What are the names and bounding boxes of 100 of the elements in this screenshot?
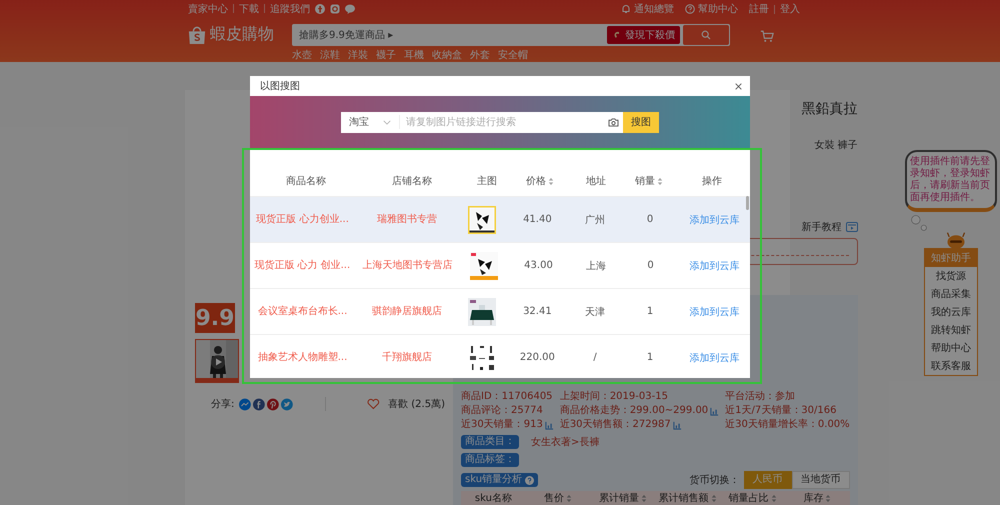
column-header[interactable]: sku名称: [474, 492, 512, 504]
pinterest-icon[interactable]: [266, 398, 279, 410]
sort-icon[interactable]: [657, 176, 663, 186]
search-button[interactable]: [683, 25, 729, 45]
top-link[interactable]: 幫助中心: [685, 2, 738, 16]
chart-icon[interactable]: [672, 420, 682, 430]
keyword-link[interactable]: 襪子: [376, 48, 396, 62]
search-field[interactable]: 淘宝 请复制图片链接进行搜索 搜图: [341, 112, 659, 132]
currency-option[interactable]: 当地货币: [792, 471, 850, 489]
shop-name[interactable]: 瑞雅图书专营: [376, 214, 437, 226]
top-link[interactable]: 追蹤我們: [270, 2, 310, 16]
keyword-link[interactable]: 外套: [470, 48, 490, 62]
video-icon[interactable]: [846, 222, 858, 232]
product-name[interactable]: 会议室桌布台布长...: [258, 306, 348, 318]
stat-text: 近1天/7天销量：30/166: [725, 405, 836, 417]
keyword-link[interactable]: 耳機: [404, 48, 424, 62]
thought-dots-drawing: [911, 215, 927, 231]
add-to-library-link[interactable]: 添加到云库: [689, 212, 740, 226]
column-header[interactable]: 库存: [803, 492, 824, 504]
add-to-library-link[interactable]: 添加到云库: [689, 258, 740, 272]
keyword-link[interactable]: 安全帽: [498, 48, 528, 62]
hook-icon: [612, 30, 622, 40]
top-link[interactable]: 賣家中心: [188, 2, 228, 16]
facebook-icon[interactable]: [253, 398, 265, 410]
top-link[interactable]: 註冊: [749, 2, 769, 16]
stat-text: 商品价格走势：299.00~299.00: [560, 405, 708, 417]
price-cell: 43.00: [524, 260, 553, 271]
currency-option[interactable]: 人民币: [744, 471, 792, 489]
table-row[interactable]: 现货正版 心力 创业... 上海天地图书专营店 43.00 上海 0 添加到云库: [250, 242, 750, 288]
stat-text: 上架时间：2019-03-15: [560, 391, 668, 403]
product-name[interactable]: 抽象艺术人物雕塑...: [258, 352, 348, 364]
search-field[interactable]: 搶購多9.9免運商品 ▸ 發現下殺價: [292, 24, 730, 46]
bag-icon[interactable]: [188, 24, 206, 44]
product-title: 黑鉛真拉: [800, 100, 858, 118]
share-label: 分享:: [211, 398, 234, 411]
column-header[interactable]: 累计销售额: [658, 492, 709, 504]
assistant-menu-item[interactable]: 帮助中心: [931, 339, 971, 357]
sort-icon[interactable]: [640, 494, 647, 503]
shop-name[interactable]: 千翔旗舰店: [382, 352, 432, 364]
table-row[interactable]: 抽象艺术人物雕塑... 千翔旗舰店 220.00 / 1 添加到云库: [250, 334, 750, 378]
sort-icon[interactable]: [710, 494, 717, 503]
table-row[interactable]: 会议室桌布台布长... 骐韵静居旗舰店 32.41 天津 1 添加到云库: [250, 288, 750, 334]
keyword-link[interactable]: 水壺: [292, 48, 312, 62]
help-icon: [685, 4, 695, 14]
social-icon[interactable]: [345, 4, 355, 14]
assistant-menu-item[interactable]: 联系客服: [931, 357, 971, 375]
address-cell-text: 上海: [586, 260, 606, 272]
column-header: 店铺名称: [392, 174, 432, 188]
assistant-menu-item[interactable]: 找货源: [936, 267, 966, 285]
assistant-menu-item[interactable]: 商品采集: [931, 285, 971, 303]
stat-text: 近30天销售额：272987: [560, 419, 671, 431]
add-to-library-link[interactable]: 添加到云库: [689, 350, 740, 364]
scrollbar-thumb[interactable]: [746, 196, 749, 210]
add-to-library-link[interactable]: 添加到云库: [689, 304, 740, 318]
keyword-link[interactable]: 洋裝: [348, 48, 368, 62]
stat-text: 近30天销量增长率：0.00%: [725, 419, 850, 431]
tutorial-link[interactable]: 新手教程: [802, 220, 842, 234]
currency-label: 货币切换：: [690, 474, 740, 487]
question-icon: [525, 476, 534, 484]
column-header[interactable]: 销量占比: [728, 492, 769, 504]
column-header[interactable]: 累计销量: [598, 492, 639, 504]
column-header: 操作: [702, 175, 722, 188]
chart-icon[interactable]: [710, 406, 720, 416]
sku-analysis-button[interactable]: sku销量分析: [461, 473, 538, 487]
logo-text[interactable]: 蝦皮購物: [210, 24, 274, 45]
social-icon[interactable]: [330, 4, 340, 14]
product-name[interactable]: 现货正版 心力创业...: [256, 214, 349, 226]
table-row[interactable]: 现货正版 心力创业... 瑞雅图书专营 41.40 广州 0 添加到云库: [250, 196, 750, 242]
heart-icon[interactable]: [367, 398, 380, 410]
sort-icon[interactable]: [770, 494, 777, 503]
chart-icon[interactable]: [544, 420, 554, 430]
search-image-button[interactable]: 搜图: [623, 112, 659, 132]
shop-name[interactable]: 骐韵静居旗舰店: [372, 306, 442, 318]
column-header: 地址: [586, 174, 606, 188]
assistant-menu-item[interactable]: 跳转知虾: [931, 321, 971, 339]
top-link[interactable]: 下載: [239, 2, 259, 16]
stat-text: 商品ID：11706405: [461, 391, 553, 403]
assistant-menu-item[interactable]: 我的云库: [931, 303, 971, 321]
sort-icon[interactable]: [548, 176, 554, 186]
address-cell-text: 广州: [585, 214, 606, 226]
cart-icon[interactable]: [760, 30, 774, 43]
close-icon[interactable]: [735, 82, 742, 90]
sales-cell: 1: [646, 352, 654, 363]
sale-badge: 9.9: [195, 303, 235, 333]
camera-icon[interactable]: [608, 118, 619, 126]
shop-name[interactable]: 上海天地图书专营店: [362, 260, 452, 272]
column-header[interactable]: 售价: [544, 492, 564, 504]
product-name[interactable]: 现货正版 心力 创业...: [254, 260, 350, 272]
sort-icon[interactable]: [825, 494, 832, 503]
column-header: 商品名称: [286, 174, 326, 188]
keyword-link[interactable]: 收納盒: [432, 48, 462, 62]
category-text: 女裝 褲子: [813, 138, 858, 152]
twitter-icon[interactable]: [280, 398, 292, 410]
messenger-icon[interactable]: [239, 398, 252, 410]
top-link[interactable]: 登入: [780, 2, 800, 16]
sort-icon[interactable]: [566, 494, 572, 503]
promo-button[interactable]: 發現下殺價: [607, 26, 680, 44]
top-link[interactable]: 通知總覽: [621, 2, 674, 16]
keyword-link[interactable]: 涼鞋: [320, 48, 340, 62]
social-icon[interactable]: [315, 4, 325, 14]
